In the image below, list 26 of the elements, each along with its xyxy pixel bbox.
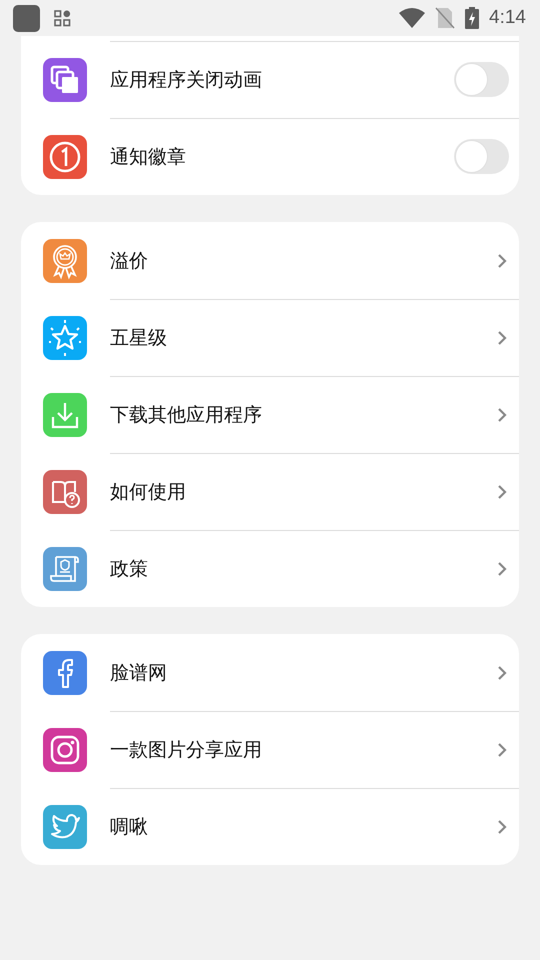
app-square-icon <box>13 4 40 32</box>
toggle-switch[interactable] <box>454 139 509 174</box>
setting-label[interactable]: 一款图片分享应用 <box>110 736 497 762</box>
chevron-right-icon <box>497 818 507 834</box>
no-sim-icon <box>435 7 456 29</box>
toggle-switch[interactable] <box>454 62 509 97</box>
setting-label[interactable]: 如何使用 <box>110 478 497 504</box>
battery-charging-icon <box>465 7 480 29</box>
chevron-right-icon <box>497 560 507 576</box>
setting-label[interactable]: 溢价 <box>110 248 497 274</box>
setting-label[interactable]: 政策 <box>110 556 497 582</box>
setting-label[interactable]: 五星级 <box>110 324 497 350</box>
chevron-right-icon <box>497 330 507 346</box>
chevron-right-icon <box>497 664 507 680</box>
setting-label[interactable]: 啁啾 <box>110 814 497 840</box>
setting-label: 通知徽章 <box>110 144 187 170</box>
grid-icon <box>54 10 71 26</box>
setting-label[interactable]: 脸谱网 <box>110 660 497 686</box>
chevron-right-icon <box>497 742 507 758</box>
chevron-right-icon <box>497 406 507 422</box>
setting-label: 应用程序关闭动画 <box>110 68 263 92</box>
setting-label[interactable]: 下载其他应用程序 <box>110 402 497 428</box>
chevron-right-icon <box>497 252 507 268</box>
chevron-right-icon <box>497 484 507 500</box>
wifi-icon <box>399 8 426 28</box>
clock-time: 4:14 <box>489 7 526 29</box>
